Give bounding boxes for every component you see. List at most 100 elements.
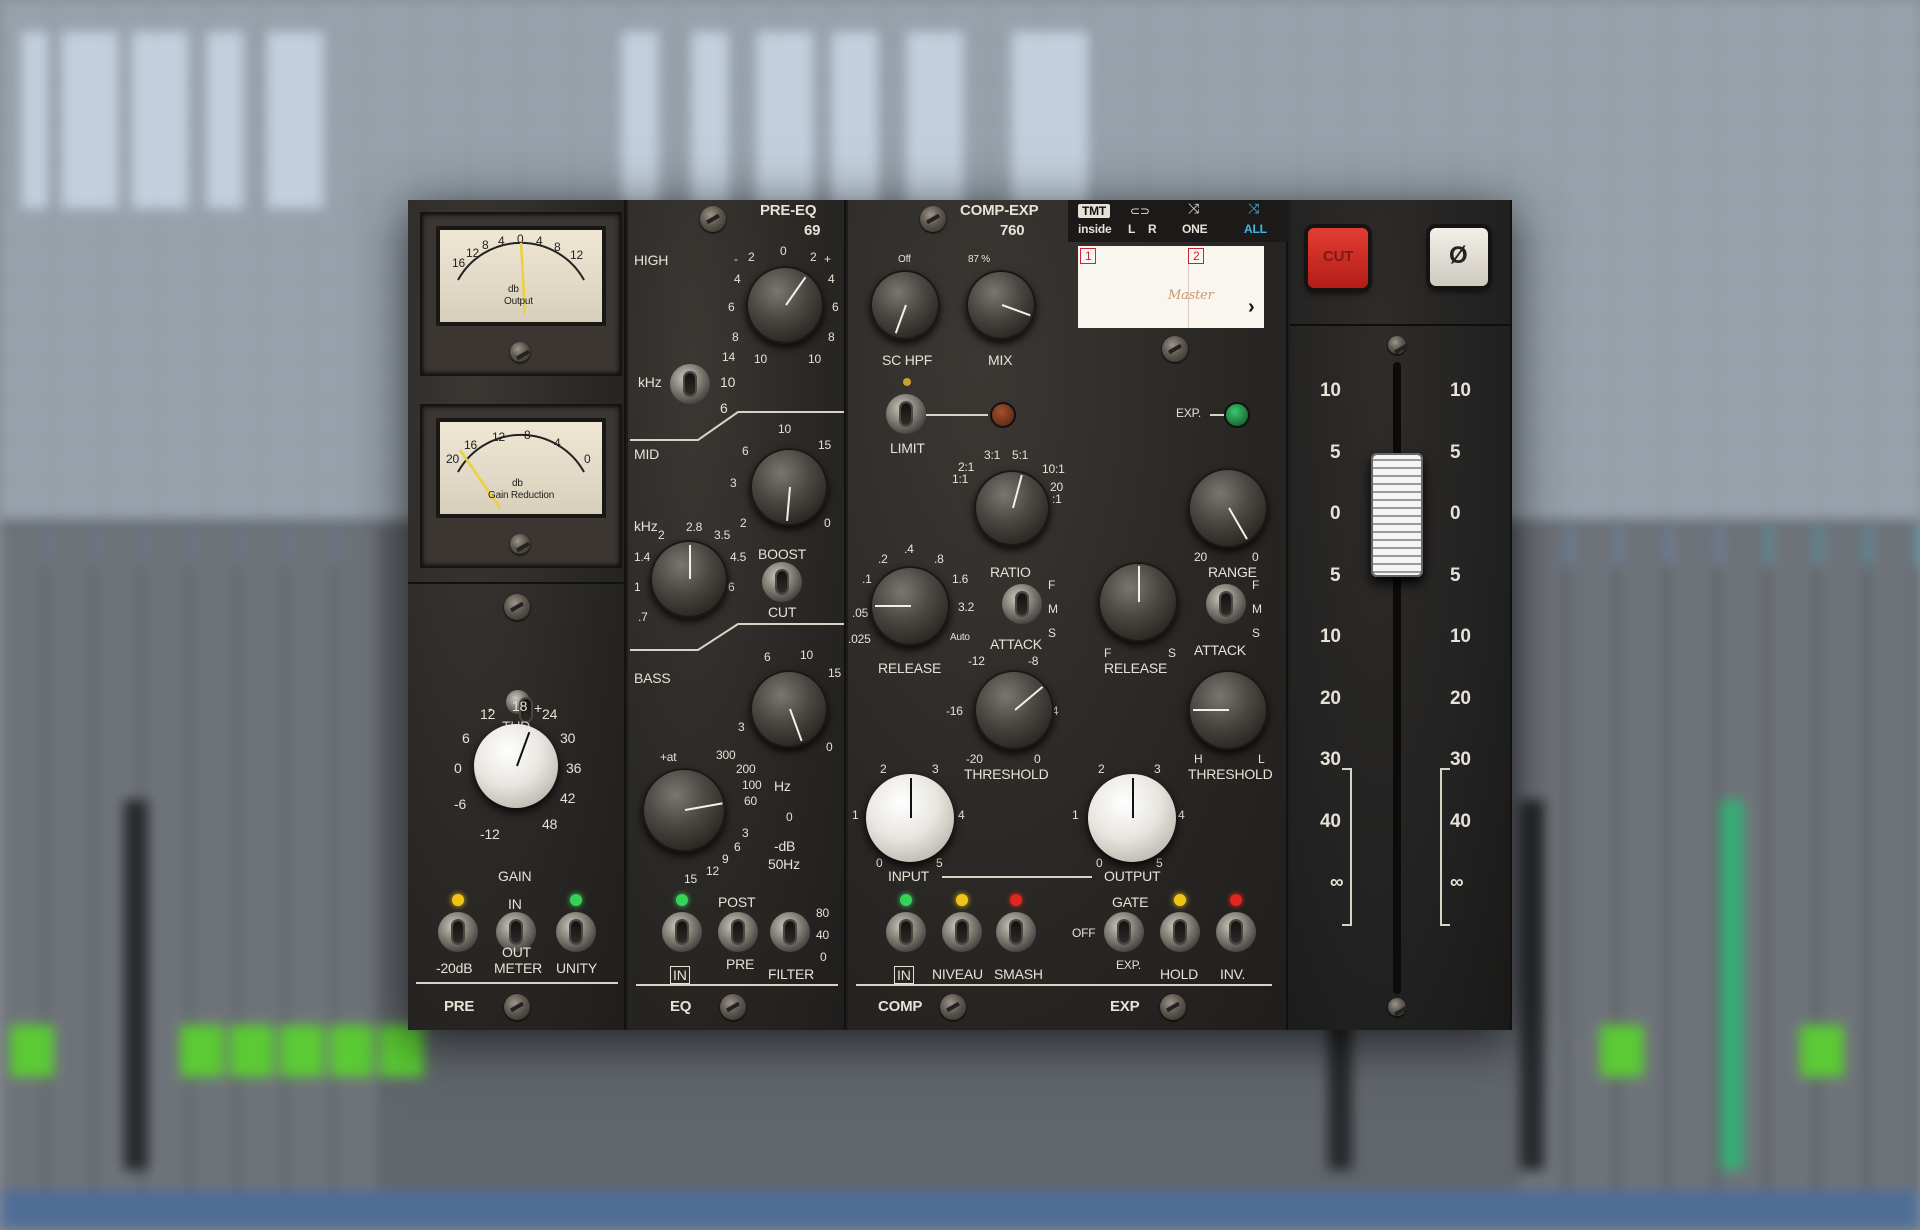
next-preset-arrow[interactable]: › [1248,296,1255,319]
pre-bypass-screw[interactable] [504,994,530,1020]
bass-freq-tick: 60 [744,794,757,808]
meter1-tick: 12 [570,248,583,262]
tab-all[interactable]: ALL [1244,222,1267,236]
bass-freq-tick: 12 [706,864,719,878]
bass-tick: 3 [738,720,745,734]
eq-post-label: POST [718,894,756,910]
mid-freq-knob[interactable] [650,540,728,618]
fader-scale-tick: 10 [1320,626,1341,647]
gain-label: GAIN [498,868,532,884]
input-knob[interactable] [866,774,954,862]
panel-screw [1388,336,1406,354]
limit-switch[interactable] [886,394,926,434]
output-vu-meter: 16 12 8 4 0 4 8 12 db Output [420,212,622,376]
phase-invert-button[interactable]: Ø [1430,228,1488,286]
tab-r[interactable]: R [1148,222,1157,236]
tab-one[interactable]: ONE [1182,222,1208,236]
preset-slot-2[interactable]: 2 [1188,248,1205,264]
high-freq-switch[interactable] [670,364,710,404]
eq-bypass-screw[interactable] [720,994,746,1020]
range-knob[interactable] [1188,468,1268,548]
high-tick: 10 [754,352,767,366]
exp-off-label: OFF [1072,926,1096,940]
comp-attack-switch[interactable] [1002,584,1042,624]
mid-freq-tick: 4.5 [730,550,747,564]
output-tick: 4 [1178,808,1185,822]
gate-exp-switch[interactable] [1104,912,1144,952]
exp-attack-switch[interactable] [1206,584,1246,624]
output-knob[interactable] [1088,774,1176,862]
sc-hpf-label: SC HPF [882,352,933,368]
meter2-unit: db [512,478,523,489]
mid-gain-knob[interactable] [750,448,828,526]
exp-threshold-knob[interactable] [1188,670,1268,750]
range-tick: 0 [1252,550,1259,564]
preset-slot-1[interactable]: 1 [1080,248,1097,264]
mix-label: MIX [988,352,1013,368]
inv-switch[interactable] [1216,912,1256,952]
cut-button[interactable]: CUT [1308,228,1368,288]
output-fader[interactable] [1371,453,1423,577]
eq-position-switch[interactable] [718,912,758,952]
niveau-switch[interactable] [942,912,982,952]
comp-threshold-knob[interactable] [974,670,1054,750]
release-tick: 1.6 [952,572,969,586]
ratio-tick: 3:1 [984,448,1001,462]
high-tick: 8 [828,330,835,344]
preset-name: Master [1168,288,1214,303]
hold-led [1174,894,1186,906]
meter-label: METER [494,960,543,976]
preset-display[interactable]: 1 2 Master › [1078,246,1264,328]
comp-attack-label: ATTACK [990,636,1042,652]
bass-freq-knob[interactable] [642,768,726,852]
screen: 16 12 8 4 0 4 8 12 db Output 20 16 12 8 … [0,0,1920,1230]
bass-gain-knob[interactable] [750,670,828,748]
gain-tick: 0 [454,760,462,776]
meter-adjust-screw[interactable] [510,342,530,362]
sc-hpf-knob[interactable] [870,270,940,340]
input-tick: 3 [932,762,939,776]
gain-tick: 48 [542,816,558,832]
gain-knob[interactable] [474,724,558,808]
filter-switch[interactable] [770,912,810,952]
tab-l[interactable]: L [1128,222,1135,236]
shuffle-icon[interactable]: ⤨ [1188,200,1199,217]
unity-switch[interactable] [556,912,596,952]
eq-divider [630,411,844,441]
link-icon[interactable]: ⊂⊃ [1130,204,1150,218]
meter-in-label: IN [508,896,522,912]
mid-boost-cut-switch[interactable] [762,562,802,602]
smash-switch[interactable] [996,912,1036,952]
high-tick: 6 [728,300,735,314]
meter-adjust-screw[interactable] [510,534,530,554]
panel-screw [1162,336,1188,362]
meter2-tick: 4 [554,436,561,450]
ratio-knob[interactable] [974,470,1050,546]
bass-tick: 0 [826,740,833,754]
release-tick: .2 [878,552,888,566]
comp-bypass-screw[interactable] [940,994,966,1020]
release-tick: .025 [848,632,871,646]
exp-mode-label: EXP. [1116,958,1141,972]
shuffle-all-icon[interactable]: ⤨ [1248,200,1259,217]
comp-release-knob[interactable] [870,566,950,646]
mix-knob[interactable] [966,270,1036,340]
hold-switch[interactable] [1160,912,1200,952]
eq-section: PRE-EQ 69 HIGH - 2 0 2 + 4 4 6 6 8 8 10 … [628,200,846,1030]
plugin-window: 16 12 8 4 0 4 8 12 db Output 20 16 12 8 … [408,200,1512,1030]
eq-in-switch[interactable] [662,912,702,952]
bass-freq-tick: 6 [734,840,741,854]
exp-bypass-screw[interactable] [1160,994,1186,1020]
exp-threshold-h: H [1194,752,1203,766]
eq-title: PRE-EQ [760,202,817,219]
minus20db-switch[interactable] [438,912,478,952]
input-tick: 4 [958,808,965,822]
release-tick: 3.2 [958,600,975,614]
comp-in-led [900,894,912,906]
high-gain-knob[interactable] [746,266,824,344]
meter1-tick: 4 [498,234,505,248]
mid-tick: 15 [818,438,831,452]
exp-release-knob[interactable] [1098,562,1178,642]
output-label: OUTPUT [1104,868,1161,884]
comp-in-switch[interactable] [886,912,926,952]
